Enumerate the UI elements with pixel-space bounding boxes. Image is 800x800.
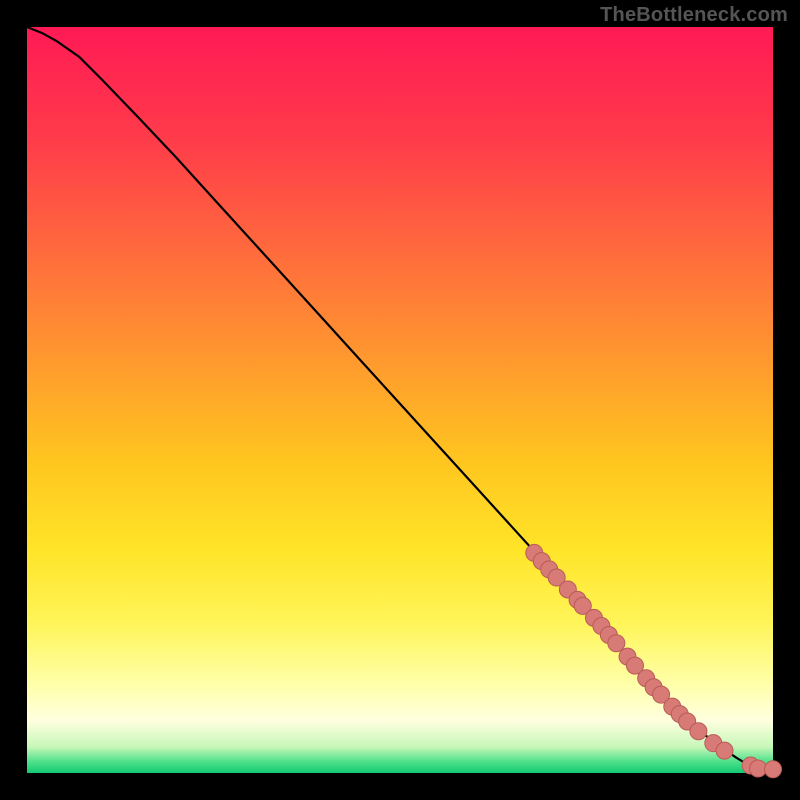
data-marker	[690, 723, 707, 740]
plot-background	[27, 27, 773, 773]
data-marker	[765, 761, 782, 778]
data-marker	[716, 742, 733, 759]
data-marker	[750, 760, 767, 777]
data-marker	[608, 635, 625, 652]
chart-svg	[0, 0, 800, 800]
chart-frame: TheBottleneck.com	[0, 0, 800, 800]
